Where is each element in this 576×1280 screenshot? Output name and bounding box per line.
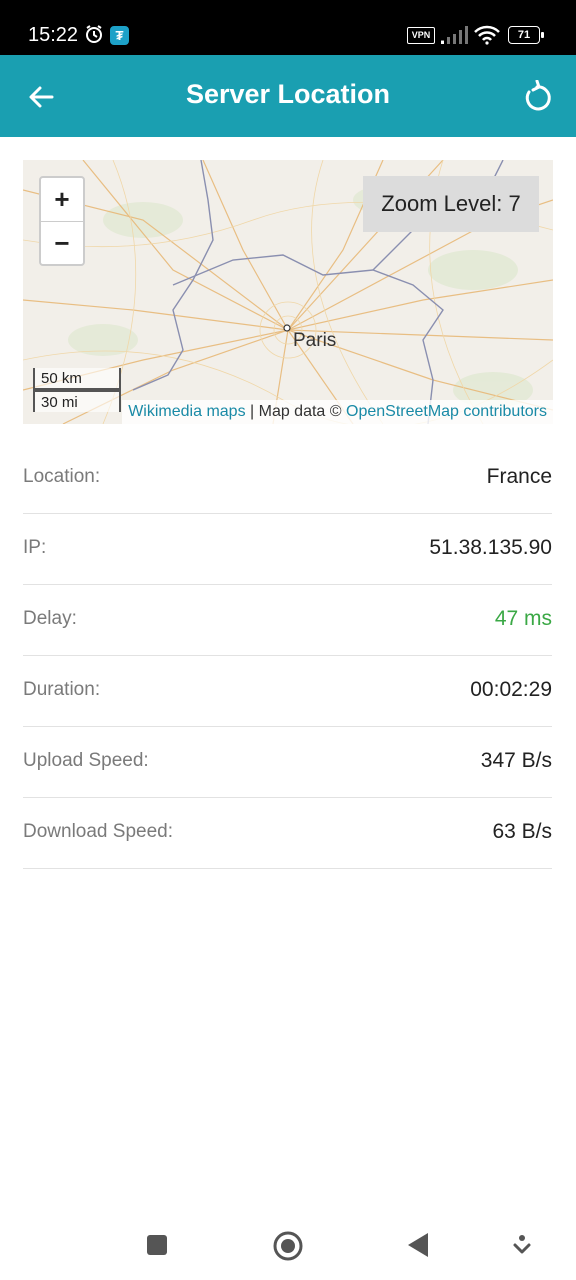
detail-label: Upload Speed:	[23, 750, 149, 771]
system-nav-bar	[0, 1210, 576, 1280]
detail-row-download: Download Speed: 63 B/s	[23, 798, 552, 869]
status-time: 15:22	[28, 24, 79, 46]
detail-label: Location:	[23, 466, 101, 487]
zoom-in-button[interactable]: +	[41, 178, 83, 222]
attribution-text: | Map data ©	[245, 403, 346, 420]
detail-label: Delay:	[23, 608, 77, 629]
delay-value: 47 ms	[494, 607, 552, 630]
back-triangle-icon[interactable]	[406, 1232, 430, 1263]
scale-km: 50 km	[33, 368, 121, 390]
app-badge-icon: ₮	[110, 26, 129, 45]
detail-value: 51.38.135.90	[429, 536, 552, 559]
detail-label: Duration:	[23, 679, 101, 700]
detail-row-delay: Delay: 47 ms	[23, 585, 552, 656]
refresh-icon[interactable]	[520, 79, 554, 114]
detail-value: France	[486, 465, 552, 488]
map-attribution: Wikimedia maps | Map data © OpenStreetMa…	[122, 400, 553, 424]
zoom-control: + −	[39, 176, 85, 266]
detail-value: 63 B/s	[492, 820, 552, 843]
signal-icon	[441, 26, 469, 49]
zoom-out-button[interactable]: −	[41, 222, 83, 265]
server-details: Location: France IP: 51.38.135.90 Delay:…	[23, 443, 552, 869]
openstreetmap-link[interactable]: OpenStreetMap contributors	[346, 403, 547, 420]
home-circle-icon[interactable]	[272, 1230, 304, 1267]
recents-square-icon[interactable]	[146, 1234, 168, 1261]
detail-row-location: Location: France	[23, 443, 552, 514]
detail-label: Download Speed:	[23, 821, 173, 842]
wifi-icon	[474, 25, 500, 50]
vpn-icon: VPN	[407, 27, 435, 44]
scale-mi: 30 mi	[33, 390, 121, 412]
detail-row-ip: IP: 51.38.135.90	[23, 514, 552, 585]
detail-label: IP:	[23, 537, 47, 558]
battery-icon: 71	[508, 26, 544, 44]
wikimedia-maps-link[interactable]: Wikimedia maps	[128, 403, 245, 420]
map-view[interactable]: + − Zoom Level: 7 Paris 50 km 30 mi Wiki…	[23, 160, 553, 424]
status-bar: 15:22 ₮ VPN 71	[0, 0, 576, 55]
app-bar: Server Location	[0, 55, 576, 137]
zoom-level-badge: Zoom Level: 7	[363, 176, 539, 232]
alarm-icon	[84, 24, 104, 49]
detail-value: 347 B/s	[480, 749, 552, 772]
detail-row-upload: Upload Speed: 347 B/s	[23, 727, 552, 798]
assist-icon[interactable]	[512, 1234, 532, 1261]
page-title: Server Location	[185, 79, 391, 109]
detail-value: 00:02:29	[470, 678, 552, 701]
map-scale: 50 km 30 mi	[33, 368, 121, 412]
map-city-label: Paris	[293, 330, 337, 351]
detail-row-duration: Duration: 00:02:29	[23, 656, 552, 727]
